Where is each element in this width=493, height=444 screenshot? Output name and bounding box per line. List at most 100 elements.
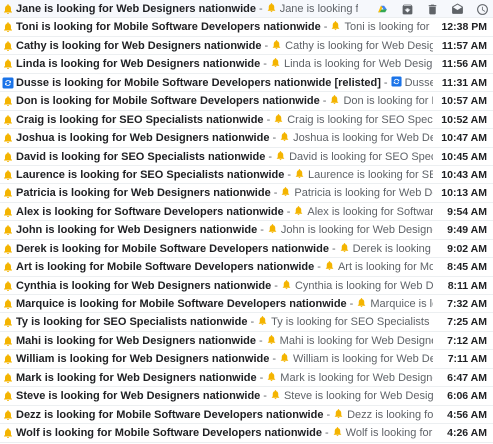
delete-icon[interactable] <box>426 3 439 16</box>
email-subject: Patricia is looking for Web Designers na… <box>16 187 271 200</box>
bell-icon <box>279 352 290 363</box>
email-snippet: Patricia is looking for Web Designers na… <box>294 187 433 200</box>
email-row[interactable]: Mahi is looking for Web Designers nation… <box>0 332 493 351</box>
email-row[interactable]: Ty is looking for SEO Specialists nation… <box>0 313 493 332</box>
email-row[interactable]: Joshua is looking for Web Designers nati… <box>0 129 493 148</box>
email-snippet: Art is looking for Mobile Software Devel… <box>337 261 433 274</box>
email-row[interactable]: Marquice is looking for Mobile Software … <box>0 295 493 314</box>
email-row[interactable]: Mark is looking for Web Designers nation… <box>0 369 493 388</box>
email-time: 9:02 AM <box>447 242 487 255</box>
email-row[interactable]: Laurence is looking for SEO Specialists … <box>0 166 493 185</box>
email-subject: Marquice is looking for Mobile Software … <box>16 298 347 310</box>
email-snippet: David is looking for SEO Specialists nat… <box>289 150 433 163</box>
email-content: Dusse is looking for Mobile Software Dev… <box>16 74 433 91</box>
bell-icon <box>2 3 14 15</box>
bell-icon <box>2 58 14 70</box>
bell-icon <box>273 113 284 124</box>
email-snippet: John is looking for Web Designers nation… <box>280 224 433 237</box>
email-subject: David is looking for SEO Specialists nat… <box>16 150 266 163</box>
drive-icon[interactable] <box>376 3 389 16</box>
email-row[interactable]: Cynthia is looking for Web Designers nat… <box>0 277 493 295</box>
email-snippet: Steve is looking for Web Designers natio… <box>283 390 433 403</box>
email-snippet: Dusse is looking for Mobile Software Dev… <box>404 76 433 89</box>
email-content: Craig is looking for SEO Specialists nat… <box>16 111 433 128</box>
email-time: 7:32 AM <box>447 298 487 310</box>
bell-icon <box>324 260 335 271</box>
email-snippet: Cynthia is looking for Web Designers nat… <box>294 279 433 292</box>
email-time: 7:25 AM <box>447 316 487 329</box>
bell-icon <box>280 186 291 197</box>
bell-icon <box>2 132 14 144</box>
email-row[interactable]: Derek is looking for Mobile Software Dev… <box>0 240 493 259</box>
email-row[interactable]: Cathy is looking for Web Designers natio… <box>0 37 493 56</box>
email-content: Toni is looking for Mobile Software Deve… <box>16 18 433 35</box>
subject-separator: - <box>331 242 336 255</box>
subject-separator: - <box>259 371 264 384</box>
bell-icon <box>329 94 340 105</box>
bell-icon <box>339 242 350 253</box>
bell-icon <box>333 408 344 419</box>
subject-separator: - <box>274 279 278 292</box>
email-content: Laurence is looking for SEO Specialists … <box>16 166 433 183</box>
email-subject: Steve is looking for Web Designers natio… <box>16 390 261 403</box>
email-snippet: Joshua is looking for Web Designers nati… <box>293 132 433 145</box>
email-content: Linda is looking for Web Designers natio… <box>16 55 433 72</box>
email-snippet: Marquice is looking for Mobile Software … <box>370 298 433 310</box>
email-row[interactable]: Alex is looking for Software Developers … <box>0 203 493 222</box>
snooze-icon[interactable] <box>476 3 489 16</box>
bell-icon <box>267 223 278 234</box>
email-row[interactable]: Art is looking for Mobile Software Devel… <box>0 258 493 277</box>
bell-icon <box>294 168 305 179</box>
subject-separator: - <box>272 132 277 145</box>
email-row[interactable]: Dezz is looking for Mobile Software Deve… <box>0 406 493 425</box>
email-time: 11:57 AM <box>441 39 487 52</box>
bell-icon <box>2 353 14 365</box>
email-time: 9:49 AM <box>447 224 487 237</box>
email-row[interactable]: Wolf is looking for Mobile Software Deve… <box>0 424 493 443</box>
subject-separator: - <box>259 3 263 15</box>
subject-separator: - <box>383 76 388 89</box>
subject-separator: - <box>260 224 264 237</box>
email-time: 7:12 AM <box>447 334 487 347</box>
archive-icon[interactable] <box>401 3 414 16</box>
email-time: 10:13 AM <box>441 187 487 200</box>
email-row[interactable]: Craig is looking for SEO Specialists nat… <box>0 111 493 130</box>
email-row[interactable]: Jane is looking for Web Designers nation… <box>0 0 493 19</box>
email-content: Marquice is looking for Mobile Software … <box>16 295 433 312</box>
bell-icon <box>330 20 341 31</box>
email-row[interactable]: Dusse is looking for Mobile Software Dev… <box>0 74 493 93</box>
email-content: Ty is looking for SEO Specialists nation… <box>16 313 433 330</box>
email-time: 10:43 AM <box>441 168 487 181</box>
bell-icon <box>275 150 286 161</box>
bell-icon <box>356 297 367 308</box>
bell-icon <box>2 21 14 33</box>
bell-icon <box>2 409 14 421</box>
email-row[interactable]: John is looking for Web Designers nation… <box>0 221 493 240</box>
mark-read-icon[interactable] <box>451 3 464 16</box>
email-row[interactable]: David is looking for SEO Specialists nat… <box>0 148 493 166</box>
bell-icon <box>257 315 268 326</box>
email-content: David is looking for SEO Specialists nat… <box>16 148 433 165</box>
subject-separator: - <box>323 21 328 34</box>
email-row[interactable]: Don is looking for Mobile Software Devel… <box>0 92 493 111</box>
email-time: 10:57 AM <box>441 95 487 108</box>
email-row[interactable]: Toni is looking for Mobile Software Deve… <box>0 18 493 37</box>
row-hover-actions <box>370 0 489 18</box>
email-row[interactable]: Steve is looking for Web Designers natio… <box>0 387 493 406</box>
email-snippet: William is looking for Web Designers nat… <box>293 353 433 366</box>
bell-icon <box>2 335 14 347</box>
bell-icon <box>2 372 14 384</box>
email-time: 10:45 AM <box>441 150 487 163</box>
email-content: Mahi is looking for Web Designers nation… <box>16 332 433 349</box>
email-row[interactable]: William is looking for Web Designers nat… <box>0 350 493 369</box>
email-subject: Art is looking for Mobile Software Devel… <box>16 261 315 274</box>
email-row[interactable]: Linda is looking for Web Designers natio… <box>0 55 493 74</box>
email-subject: William is looking for Web Designers nat… <box>16 353 270 366</box>
email-subject: Ty is looking for SEO Specialists nation… <box>16 316 248 329</box>
email-content: Steve is looking for Web Designers natio… <box>16 387 433 404</box>
email-row[interactable]: Patricia is looking for Web Designers na… <box>0 184 493 203</box>
email-subject: Joshua is looking for Web Designers nati… <box>16 132 270 145</box>
email-time: 9:54 AM <box>447 205 487 218</box>
email-subject: Laurence is looking for SEO Specialists … <box>16 168 285 181</box>
email-subject: Toni is looking for Mobile Software Deve… <box>16 21 321 34</box>
